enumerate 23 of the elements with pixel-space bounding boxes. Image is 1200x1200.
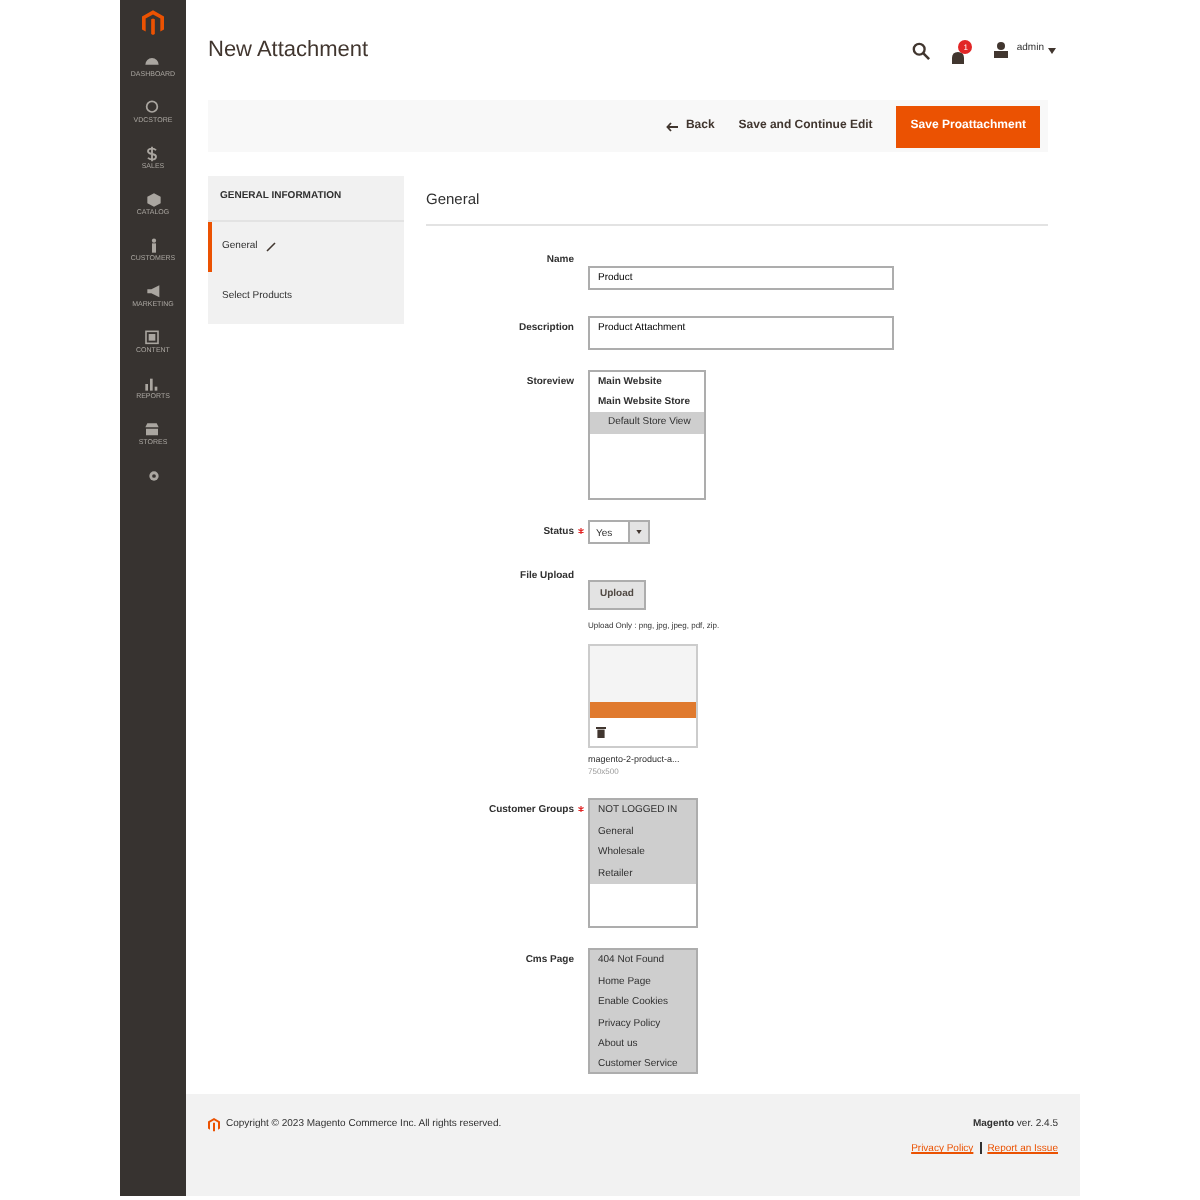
shop-icon[interactable] [144,422,161,438]
page-title: New Attachment [208,37,369,64]
cube-icon[interactable] [145,192,161,208]
arrow-left-icon [665,121,678,132]
logo-icon[interactable] [142,10,164,36]
user-icon [994,42,1009,59]
megaphone-icon[interactable] [145,284,161,300]
logo-icon [208,1118,220,1133]
dollar-icon[interactable] [144,146,161,162]
asterisk-icon [578,527,584,534]
layout-icon[interactable] [144,330,161,346]
bell-icon[interactable] [950,49,967,66]
trash-icon[interactable] [596,725,606,738]
search-icon[interactable] [912,41,931,60]
asterisk-icon [578,806,584,813]
image-placeholder [590,645,696,718]
caret-icon[interactable] [1048,47,1056,54]
dashboard-icon[interactable] [144,54,161,70]
pencil-icon [265,242,276,253]
caret-icon [636,529,642,534]
circle-icon[interactable] [144,100,161,116]
gear-icon[interactable] [145,468,161,484]
bar-chart-icon[interactable] [144,376,161,392]
